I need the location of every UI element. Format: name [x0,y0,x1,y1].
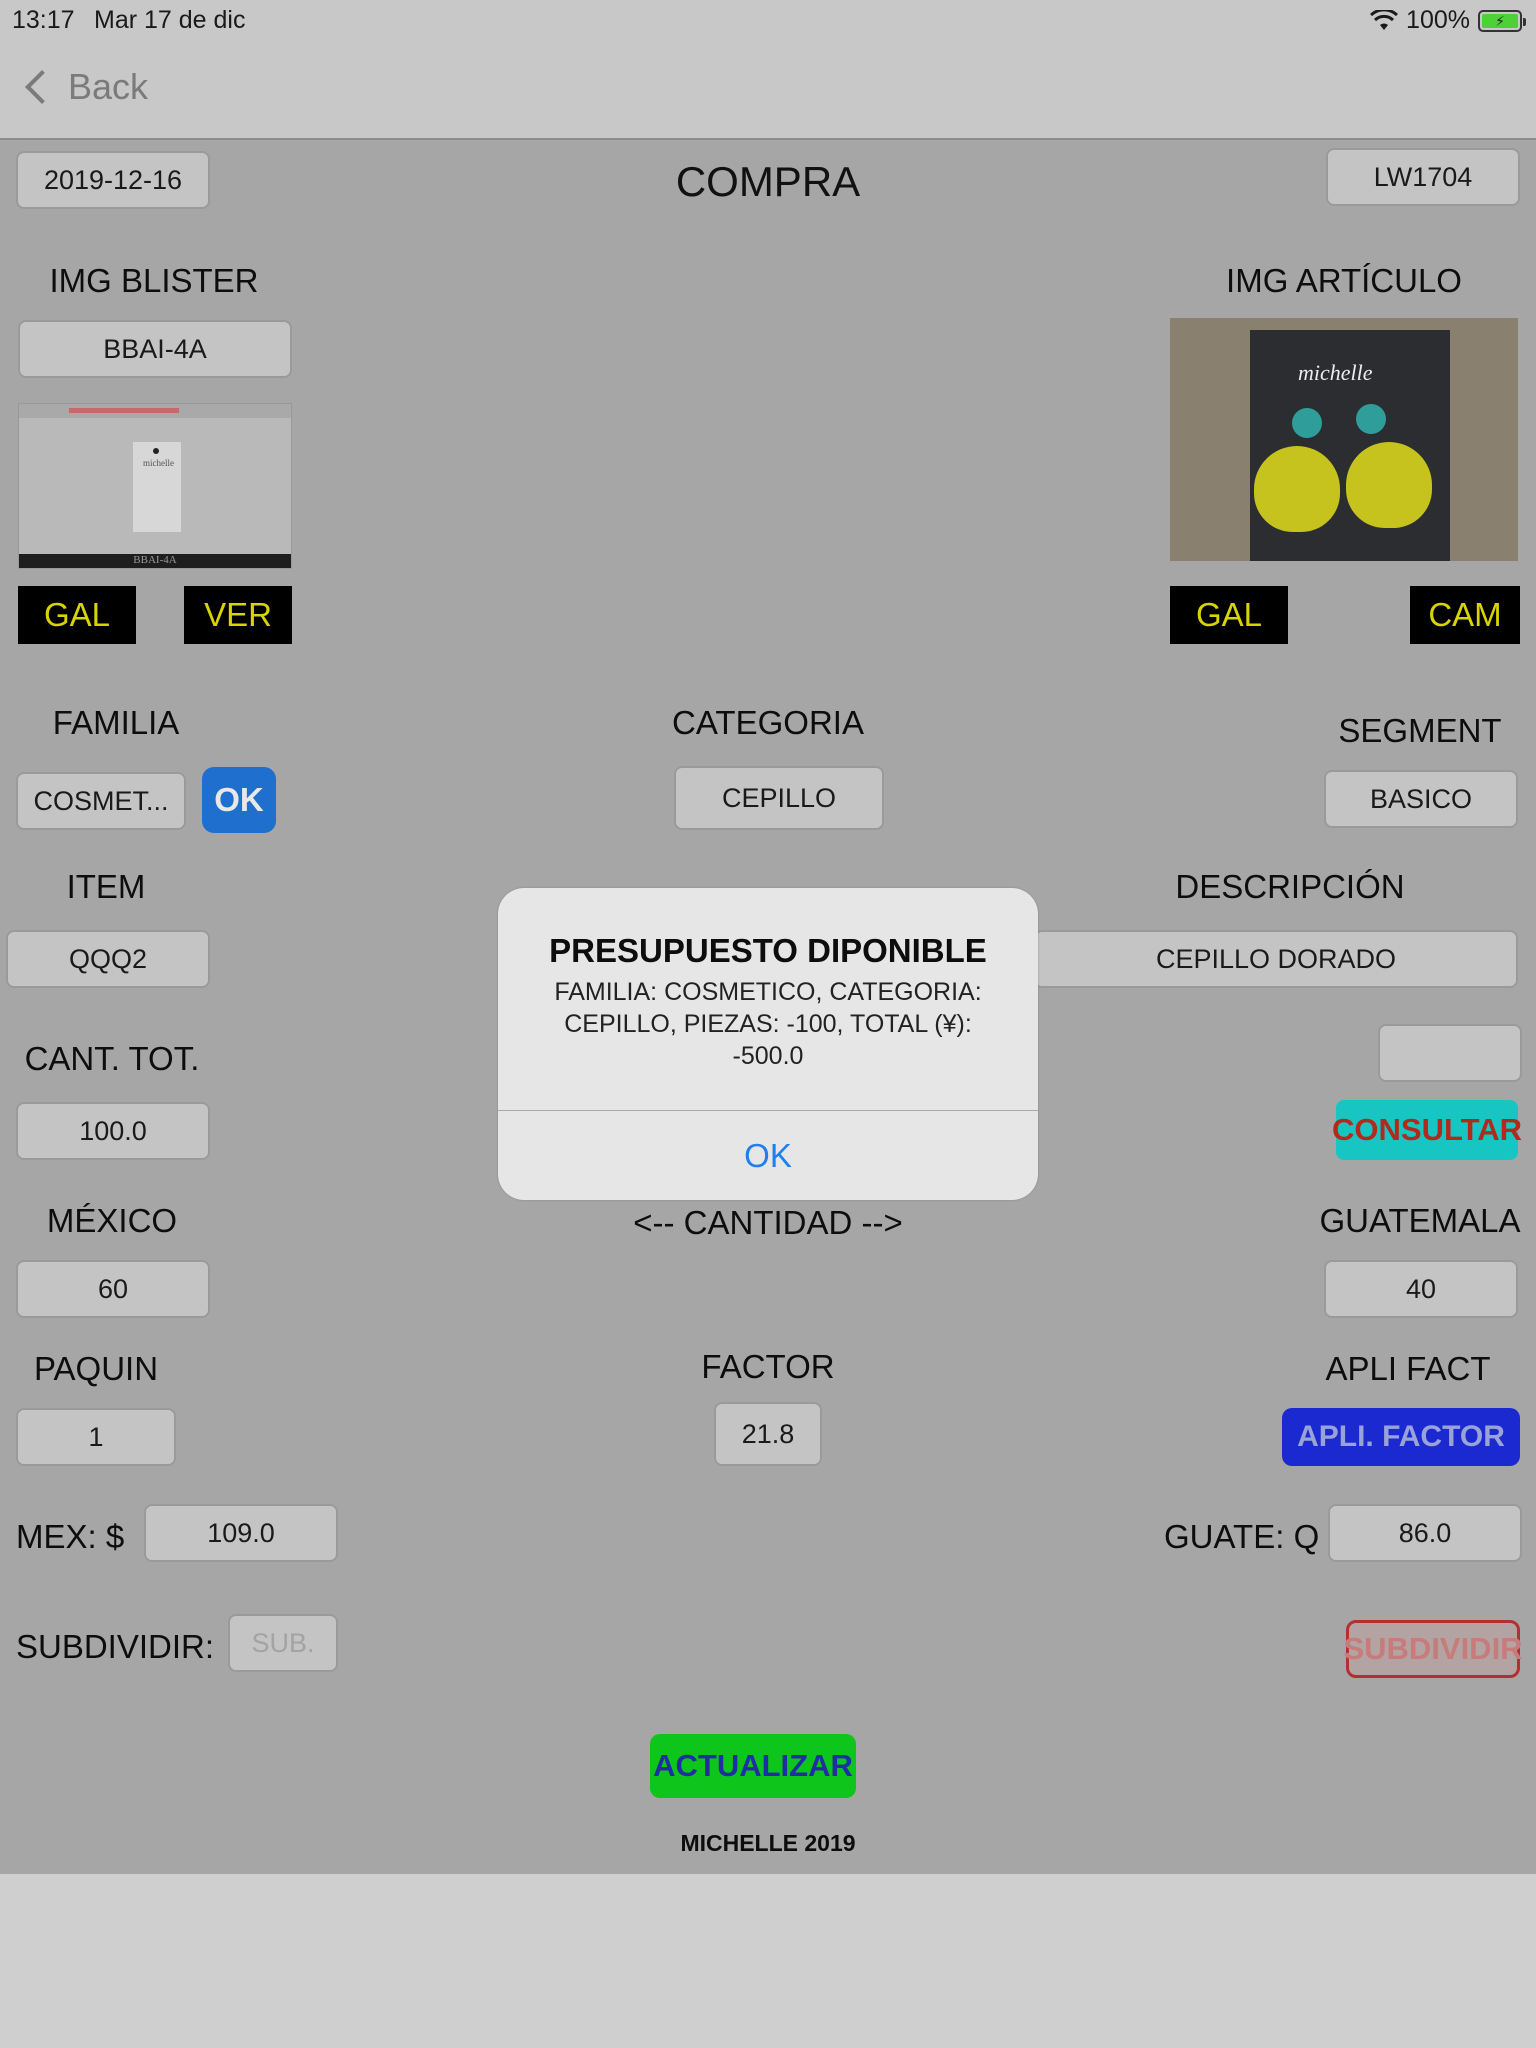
guatemala-label: GUATEMALA [1319,1202,1521,1239]
categoria-field[interactable]: CEPILLO [674,766,884,830]
item-field[interactable]: QQQ2 [6,930,210,988]
img-articulo-label: IMG ARTÍCULO [1226,262,1462,299]
guate-field[interactable]: 86.0 [1328,1504,1522,1562]
blister-code-field[interactable]: BBAI-4A [18,320,292,378]
bottom-area [0,1874,1536,2048]
item-label: ITEM [66,868,146,905]
wifi-icon [1370,9,1399,30]
descripcion-label: DESCRIPCIÓN [1175,868,1405,905]
chevron-left-icon [25,70,59,104]
back-button[interactable]: Back [22,66,148,108]
subdividir-input[interactable]: SUB. [228,1614,338,1672]
photo-brand: michelle [1298,360,1373,385]
factor-label: FACTOR [701,1348,835,1385]
date-field[interactable]: 2019-12-16 [16,151,210,209]
thumb-caption: BBAI-4A [19,554,291,568]
alert-dialog: PRESUPUESTO DIPONIBLE FAMILIA: COSMETICO… [498,888,1038,1200]
alert-message: FAMILIA: COSMETICO, CATEGORIA: CEPILLO, … [554,978,982,1070]
subdividir-button[interactable]: SUBDIVIDIR [1343,1620,1523,1678]
article-photo[interactable]: michelle [1170,318,1518,561]
cantidad-label: <-- CANTIDAD --> [633,1204,903,1241]
segment-field[interactable]: BASICO [1324,770,1518,828]
apli-fact-label: APLI FACT [1325,1350,1491,1387]
page-title: COMPRA [675,158,861,205]
guate-label: GUATE: Q [1164,1518,1320,1555]
mexico-field[interactable]: 60 [16,1260,210,1318]
blister-thumbnail[interactable]: michelle BBAI-4A [18,403,292,569]
mex-label: MEX: $ [16,1518,125,1555]
consultar-button[interactable]: CONSULTAR [1332,1100,1522,1160]
apli-factor-button[interactable]: APLI. FACTOR [1282,1408,1520,1466]
img-blister-label: IMG BLISTER [49,262,259,299]
familia-label: FAMILIA [52,704,180,741]
status-time: 13:17 [12,6,75,34]
alert-title: PRESUPUESTO DIPONIBLE [549,932,987,969]
guatemala-field[interactable]: 40 [1324,1260,1518,1318]
familia-ok-button[interactable]: OK [202,767,276,833]
status-date: Mar 17 de dic [94,6,246,34]
cant-tot-label: CANT. TOT. [24,1040,200,1077]
code-field[interactable]: LW1704 [1326,148,1520,206]
blister-ver-button[interactable]: VER [184,586,292,644]
footer-text: MICHELLE 2019 [680,1830,856,1856]
factor-field[interactable]: 21.8 [714,1402,822,1466]
cant-tot-field[interactable]: 100.0 [16,1102,210,1160]
paquin-label: PAQUIN [33,1350,159,1387]
paquin-field[interactable]: 1 [16,1408,176,1466]
actualizar-button[interactable]: ACTUALIZAR [650,1734,856,1798]
battery-icon: ⚡ [1478,9,1526,32]
segment-label: SEGMENT [1338,712,1502,749]
battery-percent: 100% [1406,6,1470,34]
mex-field[interactable]: 109.0 [144,1504,338,1562]
status-indicators: 100% ⚡ [1370,6,1526,35]
blister-gal-button[interactable]: GAL [18,586,136,644]
back-label: Back [68,66,149,107]
mexico-label: MÉXICO [46,1202,178,1239]
categoria-label: CATEGORIA [672,704,864,741]
consultar-input[interactable] [1378,1024,1522,1082]
thumb-brand: michelle [143,458,174,468]
descripcion-field[interactable]: CEPILLO DORADO [1034,930,1518,988]
familia-field[interactable]: COSMET... [16,772,186,830]
articulo-cam-button[interactable]: CAM [1410,586,1520,644]
articulo-gal-button[interactable]: GAL [1170,586,1288,644]
subdividir-label: SUBDIVIDIR: [16,1628,215,1665]
alert-ok-button[interactable]: OK [498,1111,1038,1200]
